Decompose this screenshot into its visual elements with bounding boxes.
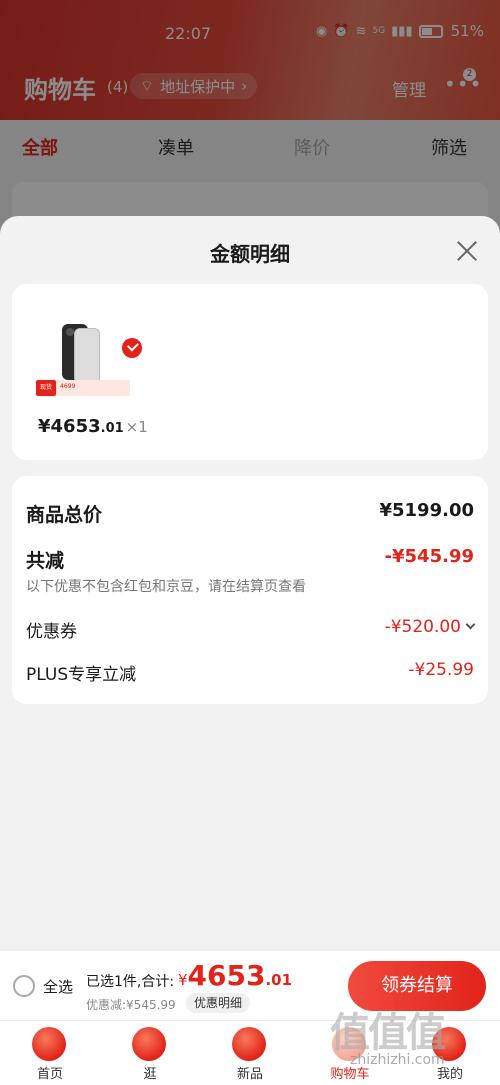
total-value: ¥5199.00 (379, 500, 474, 521)
watermark-url: zhizhizhi.com (350, 1052, 445, 1068)
watermark-logo: 值值值 (330, 1010, 446, 1056)
home-icon (32, 1027, 66, 1061)
total-integer: 4653 (187, 959, 266, 992)
reduce-label: 共减 (26, 550, 65, 572)
chevron-down-icon[interactable] (465, 619, 476, 630)
total-currency: ¥ (178, 971, 188, 989)
product-qty: ×1 (125, 418, 148, 436)
selected-check-icon (120, 336, 144, 360)
sheet-title: 金额明细 (210, 242, 290, 266)
promo-strip: 现货 4699 (36, 380, 130, 396)
product-card: 现货 4699 ¥4653 .01 ×1 (12, 284, 488, 460)
phone-image-back (74, 328, 100, 384)
select-all-checkbox[interactable] (13, 975, 35, 997)
tab-new[interactable]: 新品 (210, 1021, 290, 1085)
tab-home-label: 首页 (36, 1067, 63, 1082)
plus-label: PLUS专享立减 (26, 665, 137, 685)
tab-home[interactable]: 首页 (10, 1021, 90, 1085)
coupon-value: -¥520.00 (384, 617, 461, 637)
product-price-dec: .01 (100, 421, 124, 436)
close-icon[interactable] (452, 236, 482, 266)
total-label: 商品总价 (26, 504, 103, 526)
strip-price: 4699 (60, 383, 76, 390)
product-price-int: ¥4653 (38, 416, 101, 437)
browse-icon (132, 1027, 166, 1061)
tab-browse[interactable]: 逛 (110, 1021, 190, 1085)
plus-value: -¥25.99 (408, 660, 474, 680)
in-stock-tag: 现货 (36, 380, 56, 396)
discount-amount: 优惠减:¥545.99 (86, 998, 176, 1012)
price-summary-card: 商品总价 ¥5199.00 共减 -¥545.99 以下优惠不包含红包和京豆，请… (12, 476, 488, 704)
coupon-value-wrap: -¥520.00 (384, 617, 476, 637)
checkout-total: ¥ 4653 .01 (178, 959, 292, 992)
product-thumbnail[interactable]: 现货 4699 (36, 306, 144, 402)
tab-new-label: 新品 (236, 1067, 263, 1082)
select-all-label[interactable]: 全选 (43, 976, 73, 997)
total-decimal: .01 (265, 971, 293, 989)
coupon-label: 优惠券 (26, 622, 77, 642)
reduce-note: 以下优惠不包含红包和京豆，请在结算页查看 (26, 579, 306, 595)
tab-browse-label: 逛 (143, 1067, 157, 1082)
selected-info: 已选1件,合计: (86, 974, 175, 990)
reduce-value: -¥545.99 (384, 546, 474, 567)
discount-detail-button[interactable]: 优惠明细 (186, 993, 251, 1013)
product-price: ¥4653 .01 ×1 (38, 416, 148, 437)
new-products-icon (232, 1027, 266, 1061)
